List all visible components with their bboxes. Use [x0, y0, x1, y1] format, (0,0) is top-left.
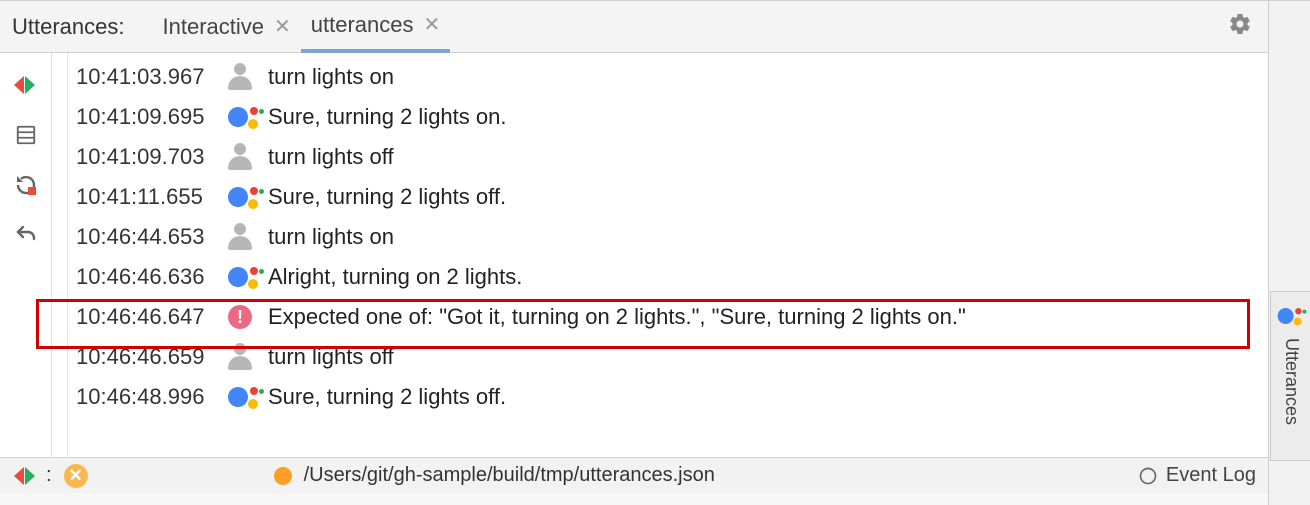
log-row: 10:41:03.967 turn lights on — [76, 57, 1310, 97]
log-message: Alright, turning on 2 lights. — [268, 257, 522, 297]
status-file-path: /Users/git/gh-sample/build/tmp/utterance… — [304, 464, 715, 487]
user-icon — [228, 63, 268, 91]
status-bar: : ✕ /Users/git/gh-sample/build/tmp/utter… — [0, 457, 1310, 493]
log-area: 10:41:03.967 turn lights on 10:41:09.695… — [68, 53, 1310, 457]
assistant-icon — [228, 263, 268, 291]
assistant-icon — [228, 383, 268, 411]
timestamp: 10:46:46.647 — [76, 297, 228, 337]
right-panel-tab-utterances[interactable]: Utterances — [1270, 291, 1310, 461]
user-icon — [228, 223, 268, 251]
assistant-icon — [228, 183, 268, 211]
run-toggle-icon[interactable] — [12, 71, 40, 99]
orange-dot-icon — [274, 467, 292, 485]
log-row: 10:41:09.695 Sure, turning 2 lights on. — [76, 97, 1310, 137]
run-toggle-icon[interactable] — [14, 464, 38, 488]
timestamp: 10:46:46.659 — [76, 337, 228, 377]
timestamp: 10:46:48.996 — [76, 377, 228, 417]
log-message: turn lights on — [268, 217, 394, 257]
log-message: Sure, turning 2 lights off. — [268, 177, 506, 217]
right-tab-label: Utterances — [1281, 338, 1302, 425]
log-row: 10:46:48.996 Sure, turning 2 lights off. — [76, 377, 1310, 417]
timestamp: 10:46:46.636 — [76, 257, 228, 297]
user-icon — [228, 143, 268, 171]
close-icon[interactable]: ✕ — [274, 17, 291, 37]
log-row: 10:46:46.636 Alright, turning on 2 light… — [76, 257, 1310, 297]
log-message: Expected one of: "Got it, turning on 2 l… — [268, 297, 966, 337]
tab-label: utterances — [311, 12, 414, 38]
log-row: 10:46:44.653 turn lights on — [76, 217, 1310, 257]
log-message: Sure, turning 2 lights on. — [268, 97, 506, 137]
log-row: 10:46:46.659 turn lights off — [76, 337, 1310, 377]
timestamp: 10:41:03.967 — [76, 57, 228, 97]
left-toolbar — [0, 53, 52, 457]
gutter — [52, 53, 68, 457]
timestamp: 10:46:44.653 — [76, 217, 228, 257]
tab-utterances[interactable]: utterances ✕ — [301, 1, 451, 53]
log-row-error: 10:46:46.647 ! Expected one of: "Got it,… — [76, 297, 1310, 337]
timestamp: 10:41:09.695 — [76, 97, 228, 137]
layout-settings-icon[interactable] — [12, 121, 40, 149]
undo-icon[interactable] — [12, 221, 40, 249]
assistant-icon — [1277, 305, 1306, 327]
timestamp: 10:41:11.655 — [76, 177, 228, 217]
user-icon — [228, 343, 268, 371]
gear-icon[interactable] — [1228, 12, 1252, 42]
tab-bar: Utterances: Interactive ✕ utterances ✕ — [0, 1, 1310, 53]
timestamp: 10:41:09.703 — [76, 137, 228, 177]
event-log-label[interactable]: Event Log — [1166, 464, 1256, 487]
log-message: turn lights on — [268, 57, 394, 97]
tab-label: Interactive — [163, 14, 265, 40]
rerun-icon[interactable] — [12, 171, 40, 199]
error-icon: ! — [228, 305, 268, 329]
log-message: turn lights off — [268, 337, 394, 377]
log-message: turn lights off — [268, 137, 394, 177]
close-icon[interactable]: ✕ — [424, 15, 441, 35]
assistant-icon — [228, 103, 268, 131]
log-message: Sure, turning 2 lights off. — [268, 377, 506, 417]
log-row: 10:41:11.655 Sure, turning 2 lights off. — [76, 177, 1310, 217]
log-row: 10:41:09.703 turn lights off — [76, 137, 1310, 177]
tab-interactive[interactable]: Interactive ✕ — [153, 1, 301, 53]
close-error-icon[interactable]: ✕ — [64, 464, 88, 488]
status-separator: : — [46, 464, 52, 487]
panel-title: Utterances: — [12, 14, 125, 40]
event-log-icon — [1138, 466, 1158, 486]
